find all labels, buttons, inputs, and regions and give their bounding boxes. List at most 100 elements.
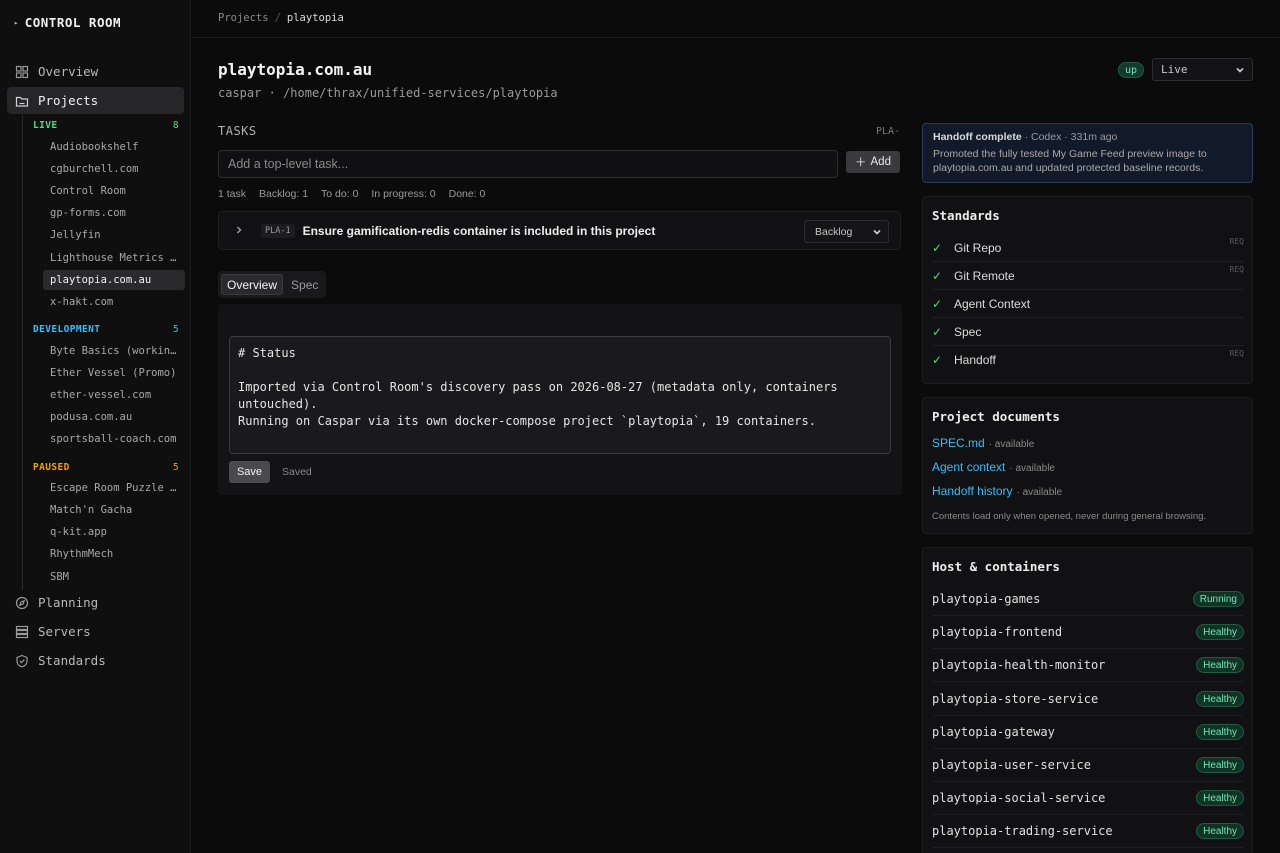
tab-overview[interactable]: Overview (221, 274, 284, 295)
tasks-heading: TASKS (218, 124, 257, 138)
required-tag: REQ (1229, 265, 1244, 274)
container-row[interactable]: playtopia-store-service Healthy (932, 683, 1244, 716)
count-backlog: Backlog: 1 (259, 188, 309, 200)
container-row[interactable]: playtopia-gateway Healthy (932, 716, 1244, 749)
project-path: /home/thrax/unified-services/playtopia (283, 86, 558, 100)
standard-row: ✓ Git Repo REQ (932, 234, 1244, 262)
nav-servers-label: Servers (38, 624, 91, 639)
standard-label: Handoff (954, 353, 996, 367)
add-task-button[interactable]: ＋ Add (846, 151, 900, 173)
container-status-badge: Healthy (1196, 657, 1244, 673)
container-row[interactable]: playtopia-frontend Healthy (932, 616, 1244, 649)
sidebar: ▸ CONTROL ROOM Overview Projects LIVE 8 … (0, 0, 191, 853)
nav-standards[interactable]: Standards (7, 647, 184, 674)
project-item[interactable]: Byte Basics (workin… (43, 341, 185, 361)
containers-card: Host & containers playtopia-games Runnin… (922, 547, 1253, 853)
project-item[interactable]: cgburchell.com (43, 159, 185, 179)
save-button[interactable]: Save (229, 461, 270, 483)
project-item[interactable]: Escape Room Puzzle … (43, 478, 185, 498)
container-status-badge: Healthy (1196, 757, 1244, 773)
project-item[interactable]: gp-forms.com (43, 203, 185, 223)
standard-label: Git Remote (954, 268, 1015, 283)
handoff-notice: Handoff complete · Codex · 331m ago Prom… (922, 123, 1253, 183)
container-row[interactable]: playtopia-health-monitor Healthy (932, 649, 1244, 682)
handoff-title: Handoff complete (933, 131, 1022, 143)
handoff-meta: · Codex · 331m ago (1021, 131, 1118, 143)
overview-panel: # Status Imported via Control Room's disc… (218, 304, 902, 495)
count-todo: To do: 0 (321, 188, 359, 200)
brand[interactable]: ▸ CONTROL ROOM (14, 15, 121, 30)
group-development[interactable]: DEVELOPMENT 5 (33, 324, 179, 335)
folder-icon (15, 96, 29, 107)
standard-row: ✓ Spec (932, 318, 1244, 346)
container-name: playtopia-trading-service (932, 824, 1113, 838)
document-row[interactable]: Agent context · available (932, 460, 1055, 474)
standard-row: ✓ Agent Context (932, 290, 1244, 318)
group-live[interactable]: LIVE 8 (33, 120, 179, 131)
project-item[interactable]: SBM (43, 567, 185, 587)
container-row[interactable]: playtopia-trading-service Healthy (932, 815, 1244, 848)
task-row[interactable]: PLA-1 Ensure gamification-redis containe… (218, 211, 901, 250)
project-item[interactable]: Audiobookshelf (43, 137, 185, 157)
task-prefix: PLA- (876, 126, 901, 137)
document-row[interactable]: SPEC.md · available (932, 436, 1034, 450)
required-tag: REQ (1229, 349, 1244, 358)
nav-standards-label: Standards (38, 653, 106, 668)
project-item[interactable]: x-hakt.com (43, 292, 185, 312)
container-name: playtopia-games (932, 592, 1041, 606)
document-row[interactable]: Handoff history · available (932, 484, 1062, 498)
nav-projects-label: Projects (38, 93, 99, 108)
container-row[interactable]: playtopia-user-service Healthy (932, 749, 1244, 782)
project-item[interactable]: q-kit.app (43, 522, 185, 542)
project-item[interactable]: RhythmMech (43, 544, 185, 564)
add-task-label: Add (870, 156, 891, 168)
group-paused[interactable]: PAUSED 5 (33, 462, 179, 473)
breadcrumb-root[interactable]: Projects (218, 12, 269, 24)
required-tag: REQ (1229, 237, 1244, 246)
tab-spec[interactable]: Spec (286, 274, 323, 295)
document-link[interactable]: SPEC.md (932, 436, 985, 450)
project-item[interactable]: Jellyfin (43, 225, 185, 245)
standard-label: Agent Context (954, 296, 1031, 311)
project-item[interactable]: Match'n Gacha (43, 500, 185, 520)
container-row[interactable]: playtopia-games Running (932, 583, 1244, 616)
status-editor[interactable]: # Status Imported via Control Room's disc… (229, 336, 891, 454)
task-status-value: Backlog (815, 225, 853, 238)
document-link[interactable]: Handoff history (932, 484, 1013, 498)
project-item[interactable]: sportsball-coach.com (43, 429, 185, 449)
task-title[interactable]: Ensure gamification-redis container is i… (303, 224, 656, 238)
count-in-progress: In progress: 0 (371, 188, 436, 200)
project-item[interactable]: Control Room (43, 181, 185, 201)
environment-select[interactable]: Live (1152, 58, 1253, 81)
new-task-input[interactable]: Add a top-level task... (218, 150, 838, 178)
editor-line: Imported via Control Room's discovery pa… (238, 380, 845, 411)
project-item-active[interactable]: playtopia.com.au (43, 270, 185, 290)
nav-planning[interactable]: Planning (7, 589, 184, 616)
compass-icon (15, 596, 29, 609)
project-item[interactable]: ether-vessel.com (43, 385, 185, 405)
nav-projects[interactable]: Projects (7, 87, 184, 114)
containers-heading: Host & containers (932, 559, 1060, 574)
document-link[interactable]: Agent context (932, 460, 1005, 474)
project-item[interactable]: Ether Vessel (Promo) (43, 363, 185, 383)
page-title: playtopia.com.au (218, 60, 373, 79)
task-status-select[interactable]: Backlog (804, 220, 889, 243)
nav-servers[interactable]: Servers (7, 618, 184, 645)
grid-icon (15, 65, 29, 78)
documents-note: Contents load only when opened, never du… (932, 511, 1207, 522)
breadcrumb: Projects / playtopia (218, 12, 344, 24)
editor-line: Running on Caspar via its own docker-com… (238, 414, 816, 428)
project-item[interactable]: podusa.com.au (43, 407, 185, 427)
nav-overview[interactable]: Overview (7, 58, 184, 85)
container-status-badge: Healthy (1196, 790, 1244, 806)
standards-card: Standards ✓ Git Repo REQ ✓ Git Remote RE… (922, 196, 1253, 384)
group-live-count: 8 (172, 120, 179, 131)
container-name: playtopia-user-service (932, 758, 1091, 772)
check-icon: ✓ (932, 324, 943, 339)
project-item[interactable]: Lighthouse Metrics … (43, 248, 185, 268)
handoff-body: Promoted the fully tested My Game Feed p… (933, 148, 1207, 174)
container-row[interactable]: playtopia-social-service Healthy (932, 782, 1244, 815)
container-status-badge: Healthy (1196, 624, 1244, 640)
breadcrumb-separator: / (274, 12, 281, 24)
chevron-right-icon[interactable] (234, 223, 246, 238)
